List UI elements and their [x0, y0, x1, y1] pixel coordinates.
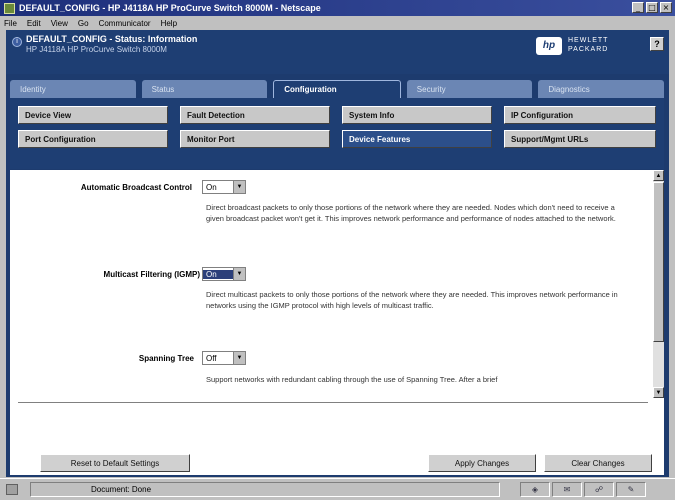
multicast-filtering-select[interactable]: On ▼: [202, 267, 246, 281]
menu-help[interactable]: Help: [161, 19, 177, 28]
tab-identity[interactable]: Identity: [10, 80, 136, 98]
multicast-filtering-description: Direct multicast packets to only those p…: [206, 290, 618, 310]
tab-configuration[interactable]: Configuration: [273, 80, 401, 98]
status-text: Document: Done: [30, 482, 500, 497]
tab-status[interactable]: Status: [141, 80, 268, 98]
broadcast-control-description: Direct broadcast packets to only those p…: [206, 203, 616, 223]
subtab-device-view[interactable]: Device View: [18, 106, 168, 124]
scroll-up-icon[interactable]: ▲: [653, 170, 664, 181]
menu-edit[interactable]: Edit: [27, 19, 41, 28]
hp-logo: hp: [536, 37, 562, 55]
clear-changes-button[interactable]: Clear Changes: [544, 454, 652, 472]
main-tabs: Identity Status Configuration Security D…: [10, 80, 664, 98]
subtab-monitor-port[interactable]: Monitor Port: [180, 130, 330, 148]
netscape-icon: [4, 2, 15, 14]
mail-icon[interactable]: ✉: [552, 482, 582, 497]
dropdown-arrow-icon: ▼: [233, 181, 245, 193]
discussion-icon[interactable]: ☍: [584, 482, 614, 497]
scroll-thumb[interactable]: [653, 182, 664, 342]
help-button[interactable]: ?: [650, 37, 664, 51]
broadcast-control-label: Automatic Broadcast Control: [80, 183, 192, 192]
brand-line2: PACKARD: [568, 46, 609, 53]
multicast-filtering-value: On: [203, 269, 233, 279]
tab-diagnostics[interactable]: Diagnostics: [538, 80, 664, 98]
broadcast-control-select[interactable]: On ▼: [202, 180, 246, 194]
menu-bar: File Edit View Go Communicator Help: [0, 16, 675, 30]
security-lock-icon: [6, 484, 18, 495]
device-features-panel: Automatic Broadcast Control On ▼ Direct …: [10, 170, 664, 475]
brand-line1: HEWLETT: [568, 37, 609, 44]
device-subtitle: HP J4118A HP ProCurve Switch 8000M: [26, 45, 167, 54]
divider: [18, 402, 648, 404]
status-info-icon: i: [12, 37, 22, 47]
subtab-fault-detection[interactable]: Fault Detection: [180, 106, 330, 124]
subtab-system-info[interactable]: System Info: [342, 106, 492, 124]
sub-tabs-panel: Device View Fault Detection System Info …: [10, 98, 664, 169]
dropdown-arrow-icon: ▼: [233, 268, 245, 280]
browser-content: i DEFAULT_CONFIG - Status: Information H…: [6, 30, 669, 477]
minimize-button[interactable]: _: [632, 2, 644, 13]
apply-changes-button[interactable]: Apply Changes: [428, 454, 536, 472]
multicast-filtering-label: Multicast Filtering (IGMP): [20, 270, 200, 279]
window-title: DEFAULT_CONFIG - HP J4118A HP ProCurve S…: [19, 3, 321, 13]
spanning-tree-description: Support networks with redundant cabling …: [206, 375, 498, 384]
subtab-port-configuration[interactable]: Port Configuration: [18, 130, 168, 148]
menu-go[interactable]: Go: [78, 19, 89, 28]
broadcast-control-value: On: [206, 182, 217, 192]
window-controls: _ □ ×: [632, 2, 672, 13]
subtab-support-mgmt-urls[interactable]: Support/Mgmt URLs: [504, 130, 656, 148]
window-title-bar[interactable]: DEFAULT_CONFIG - HP J4118A HP ProCurve S…: [0, 0, 675, 16]
subtab-device-features[interactable]: Device Features: [342, 130, 492, 148]
vertical-scrollbar[interactable]: ▲ ▼: [653, 170, 664, 398]
page-title: DEFAULT_CONFIG - Status: Information: [26, 34, 198, 44]
tab-security[interactable]: Security: [406, 80, 533, 98]
spanning-tree-select[interactable]: Off ▼: [202, 351, 246, 365]
spanning-tree-value: Off: [206, 353, 217, 363]
maximize-button[interactable]: □: [646, 2, 658, 13]
menu-communicator[interactable]: Communicator: [99, 19, 151, 28]
page-header: i DEFAULT_CONFIG - Status: Information H…: [6, 30, 669, 74]
reset-defaults-button[interactable]: Reset to Default Settings: [40, 454, 190, 472]
close-button[interactable]: ×: [660, 2, 672, 13]
menu-file[interactable]: File: [4, 19, 17, 28]
composer-icon[interactable]: ✎: [616, 482, 646, 497]
status-bar: Document: Done ◈ ✉ ☍ ✎: [0, 478, 675, 500]
menu-view[interactable]: View: [51, 19, 68, 28]
network-icon[interactable]: ◈: [520, 482, 550, 497]
brand-name: HEWLETT PACKARD: [568, 36, 608, 54]
subtab-ip-configuration[interactable]: IP Configuration: [504, 106, 656, 124]
spanning-tree-label: Spanning Tree: [138, 354, 194, 363]
dropdown-arrow-icon: ▼: [233, 352, 245, 364]
scroll-down-icon[interactable]: ▼: [653, 387, 664, 398]
